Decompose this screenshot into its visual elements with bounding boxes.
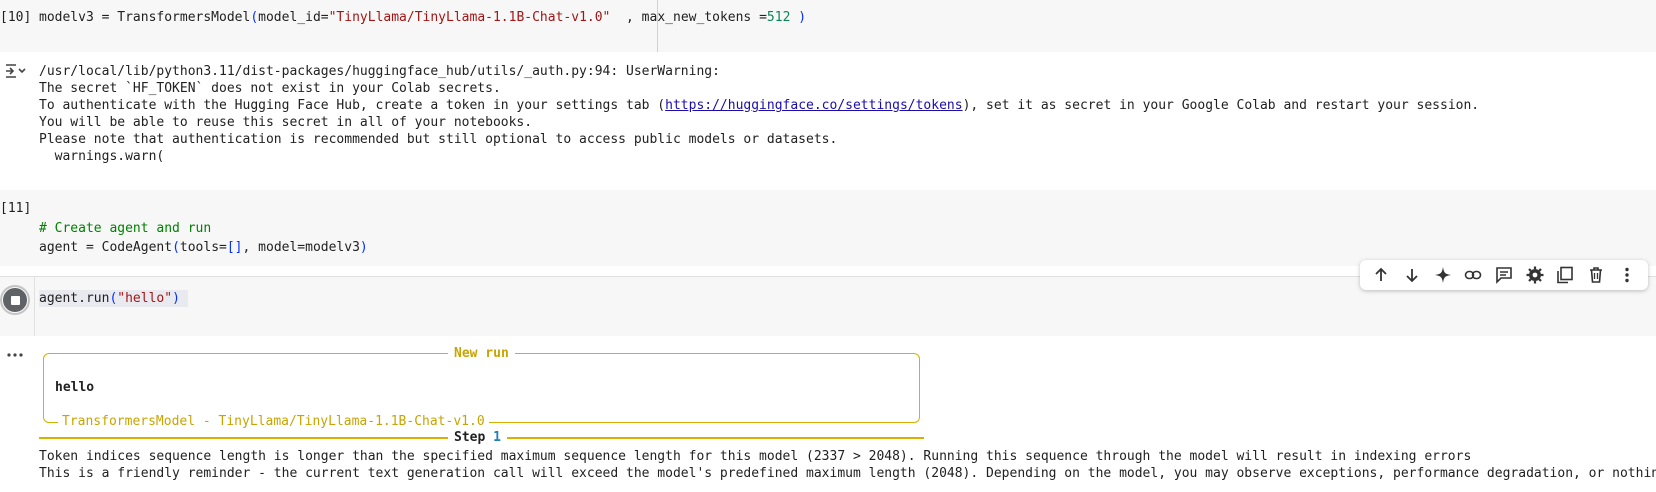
output-text: Token indices sequence length is longer … bbox=[39, 449, 1472, 464]
output-text: You will be able to reuse this secret in… bbox=[39, 115, 533, 130]
task-text: hello bbox=[55, 380, 95, 395]
cell-toolbar bbox=[1360, 260, 1648, 290]
editor-ruler bbox=[657, 0, 658, 52]
output-text: The secret `HF_TOKEN` does not exist in … bbox=[39, 81, 501, 96]
new-run-title: New run bbox=[448, 345, 515, 362]
mirror-cell-icon[interactable] bbox=[1554, 264, 1576, 286]
cell-left-border bbox=[34, 276, 35, 336]
output-text: /usr/local/lib/python3.11/dist-packages/… bbox=[39, 64, 720, 79]
arrow-up-icon[interactable] bbox=[1370, 264, 1392, 286]
execution-count: [10] bbox=[0, 10, 32, 25]
sparkle-icon[interactable] bbox=[1432, 264, 1454, 286]
settings-tokens-link[interactable]: https://huggingface.co/settings/tokens bbox=[665, 98, 962, 113]
code-line[interactable]: agent = CodeAgent(tools=[], model=modelv… bbox=[39, 239, 368, 256]
arrow-down-icon[interactable] bbox=[1401, 264, 1423, 286]
gear-icon[interactable] bbox=[1524, 264, 1546, 286]
stop-execution-button[interactable] bbox=[3, 288, 27, 312]
output-toggle-icon[interactable] bbox=[4, 63, 26, 79]
link-icon[interactable] bbox=[1462, 264, 1484, 286]
code-line[interactable]: modelv3 = TransformersModel(model_id="Ti… bbox=[39, 9, 806, 26]
step-label: Step 1 bbox=[448, 429, 507, 446]
trash-icon[interactable] bbox=[1585, 264, 1607, 286]
code-line[interactable]: agent.run("hello") bbox=[39, 290, 188, 307]
output-text: This is a friendly reminder - the curren… bbox=[39, 466, 1656, 481]
output-text: Please note that authentication is recom… bbox=[39, 132, 838, 147]
output-menu-icon[interactable] bbox=[6, 348, 24, 357]
more-vert-icon[interactable] bbox=[1616, 264, 1638, 286]
comment-icon[interactable] bbox=[1493, 264, 1515, 286]
code-cell-10[interactable] bbox=[0, 0, 1656, 52]
stop-icon bbox=[10, 295, 20, 305]
output-text: warnings.warn( bbox=[39, 149, 165, 164]
output-text: To authenticate with the Hugging Face Hu… bbox=[39, 98, 1480, 113]
model-label: TransformersModel - TinyLlama/TinyLlama-… bbox=[58, 413, 489, 430]
code-comment[interactable]: # Create agent and run bbox=[39, 220, 211, 237]
execution-count: [11] bbox=[0, 201, 32, 216]
